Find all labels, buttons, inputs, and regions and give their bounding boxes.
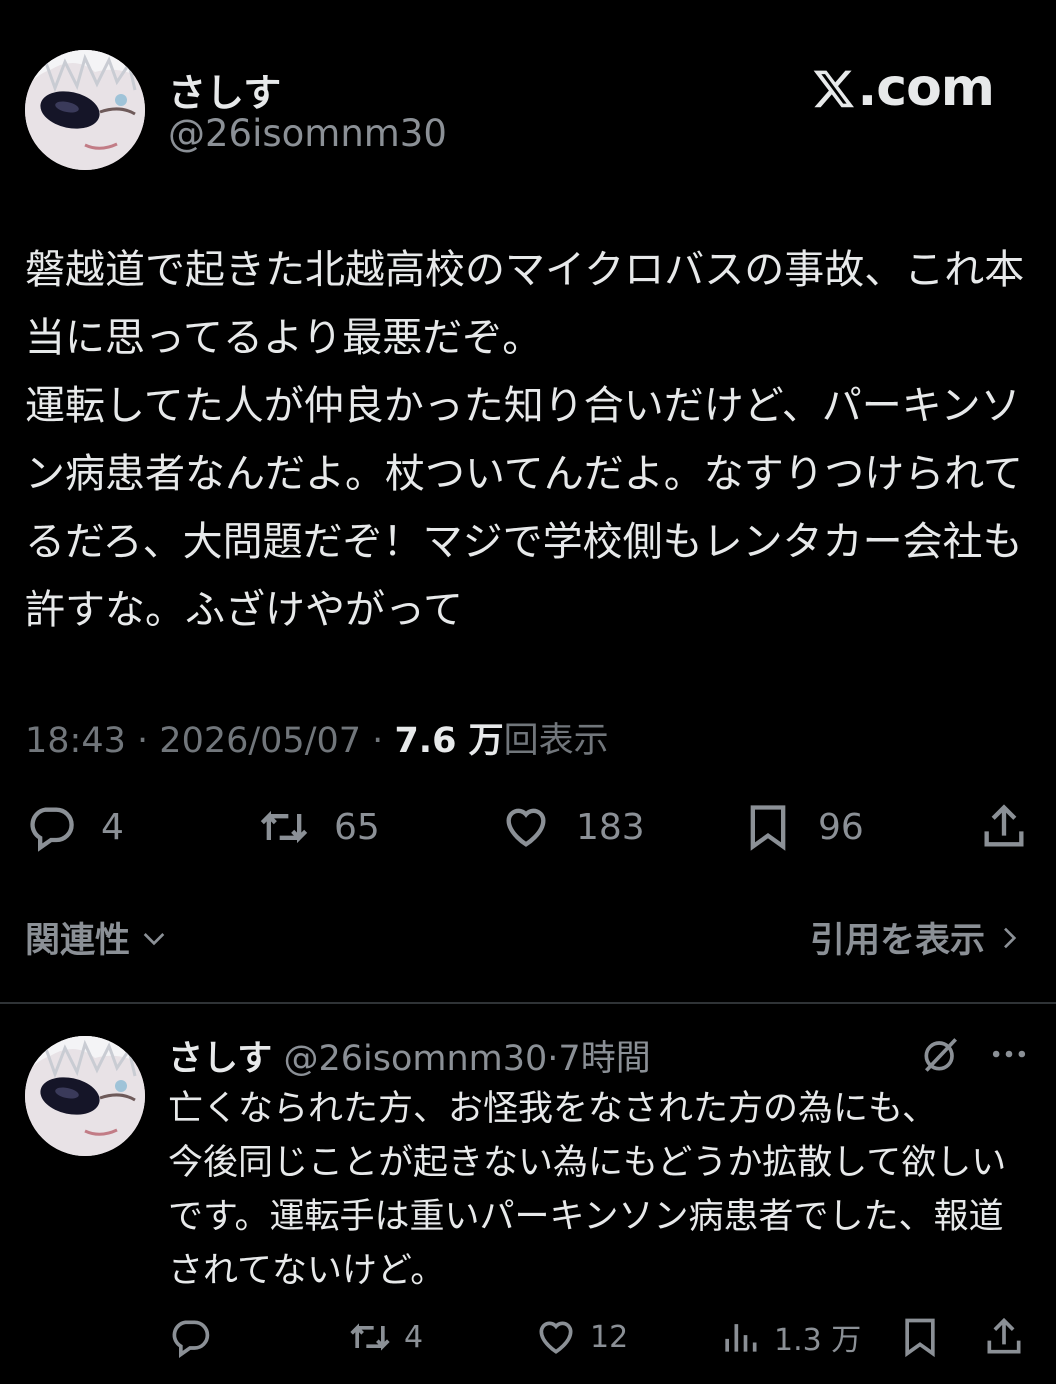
more-options-icon[interactable] xyxy=(987,1032,1031,1076)
view-quotes-link[interactable]: 引用を表示 xyxy=(810,912,1025,963)
post-text: 磐越道で起きた北越高校のマイクロバスの事故、これ本当に思ってるより最悪だぞ。 運… xyxy=(25,247,1025,633)
chevron-down-icon xyxy=(143,932,165,945)
reply-count: 4 xyxy=(101,806,124,848)
reply-handle[interactable]: @26isomnm30 xyxy=(283,1039,547,1079)
reply-action-bar: 4 12 1.3 万 xyxy=(0,1312,1056,1362)
post-time[interactable]: 18:43 xyxy=(25,721,126,761)
avatar-image xyxy=(25,1036,145,1156)
grok-icon[interactable] xyxy=(919,1032,963,1076)
author-display-name[interactable]: さしす xyxy=(168,62,281,117)
share-icon xyxy=(984,804,1024,847)
bookmark-icon xyxy=(905,1318,935,1358)
reply-avatar[interactable] xyxy=(25,1036,145,1156)
reply-button[interactable]: 4 xyxy=(25,795,124,859)
share-icon xyxy=(987,1317,1021,1354)
retweet-icon xyxy=(260,810,308,844)
sort-label: 関連性 xyxy=(25,921,131,961)
bookmark-button[interactable]: 96 xyxy=(742,795,864,859)
reply-reply-button[interactable] xyxy=(168,1312,224,1362)
share-button[interactable] xyxy=(978,795,1030,859)
reply-like-count: 12 xyxy=(590,1319,629,1355)
reply-retweet-count: 4 xyxy=(404,1319,424,1355)
sort-dropdown[interactable]: 関連性 xyxy=(25,912,170,963)
bookmark-icon xyxy=(750,805,786,851)
replies-filter-bar: 関連性 引用を表示 xyxy=(25,912,1025,962)
views-label: 回表示 xyxy=(503,721,609,761)
reply-views-button[interactable]: 1.3 万 xyxy=(718,1312,861,1362)
x-logo-icon xyxy=(813,70,854,108)
heart-icon xyxy=(506,808,546,847)
views-chart-icon xyxy=(725,1324,757,1352)
quotes-label: 引用を表示 xyxy=(809,921,985,961)
reply-header-icons xyxy=(895,1032,1031,1076)
action-bar: 4 65 183 96 xyxy=(0,795,1056,859)
like-button[interactable]: 183 xyxy=(500,795,645,859)
brand-watermark: .com xyxy=(812,58,995,118)
meta-separator: · xyxy=(137,721,149,761)
reply-share-button[interactable] xyxy=(982,1312,1026,1362)
reply-display-name[interactable]: さしす xyxy=(168,1039,272,1079)
reply-icon xyxy=(172,1320,210,1358)
reply-like-button[interactable]: 12 xyxy=(534,1312,628,1362)
retweet-count: 65 xyxy=(334,806,380,848)
reply-bookmark-button[interactable] xyxy=(898,1312,942,1362)
author-handle[interactable]: @26isomnm30 xyxy=(168,112,447,155)
views-count[interactable]: 7.6 万 xyxy=(394,721,503,761)
meta-separator: · xyxy=(372,721,384,761)
reply-header: さしす @26isomnm30·7時間 xyxy=(168,1030,651,1081)
reply-separator: · xyxy=(547,1039,559,1079)
brand-text: .com xyxy=(857,58,995,118)
reply-text: 亡くなられた方、お怪我をなされた方の為にも、 今後同じことが起きない為にもどうか… xyxy=(168,1089,1007,1291)
post-meta: 18:43 · 2026/05/07 · 7.6 万回表示 xyxy=(25,712,609,763)
bookmark-count: 96 xyxy=(818,806,864,848)
retweet-button[interactable]: 65 xyxy=(258,795,380,859)
like-count: 183 xyxy=(576,806,645,848)
avatar[interactable] xyxy=(25,50,145,170)
divider xyxy=(0,1002,1056,1004)
retweet-icon xyxy=(350,1323,390,1351)
chevron-right-icon xyxy=(1004,927,1017,948)
reply-time[interactable]: 7時間 xyxy=(558,1039,650,1079)
reply-views-count: 1.3 万 xyxy=(774,1323,862,1358)
post-date[interactable]: 2026/05/07 xyxy=(159,721,361,761)
heart-icon xyxy=(539,1321,573,1354)
reply-retweet-button[interactable]: 4 xyxy=(348,1312,423,1362)
reply-icon xyxy=(30,807,74,852)
avatar-image xyxy=(25,50,145,170)
